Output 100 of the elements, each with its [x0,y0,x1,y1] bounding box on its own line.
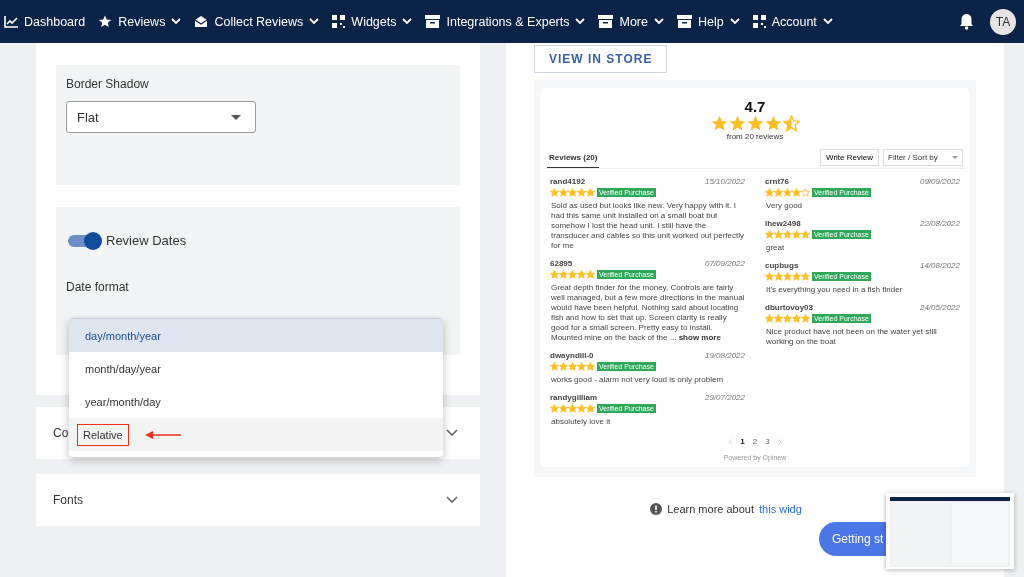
grid-icon [332,15,346,28]
star-icon [550,188,559,197]
dropdown-option[interactable]: Relative [69,418,443,451]
reviewer-name: dwayndill-0 [550,351,594,360]
envelope-icon [194,15,209,28]
toggle-label: Review Dates [106,233,187,248]
archive-box-icon [598,15,614,28]
star-icon [774,272,783,281]
star-icon [577,270,586,279]
star-icon [559,188,568,197]
reviewer-name: rand4192 [550,177,586,186]
chevron-icon [446,496,458,504]
dropdown-option[interactable]: year/month/day [69,385,443,418]
dropdown-caret-icon [231,114,241,120]
star-icon [568,270,577,279]
nav-menu-item[interactable]: Help [676,14,740,29]
user-avatar[interactable]: TA [990,8,1016,35]
star-icon [765,188,774,197]
review-text: absolutely love it [551,417,612,427]
nav-menu-item[interactable]: Account [752,14,833,29]
star-icon [728,115,746,132]
star-icon [550,270,559,279]
nav-menu-item[interactable]: Dashboard [4,14,86,29]
star-icon [783,230,792,239]
nav-menu-item[interactable]: Reviews [98,14,182,29]
toggle-switch[interactable] [68,234,100,247]
reviewer-name: 62895 [550,259,573,268]
review-date: 22/08/2022 [919,219,960,228]
reviewer-name: cupbugs [765,261,799,270]
review-text: Great depth finder for the money. Controls are fairly well managed, but a few more directions in the manual would have been helpful. Nothing said about locating fish and how to set that up. Screen clarity is really good for a small screen. Pretty easy to install. Mounted mine on the back of the ... show more [551,283,745,343]
star-icon [783,188,792,197]
line-chart-icon [4,15,18,28]
star-icon [801,230,810,239]
star-icon [586,270,595,279]
info-icon [650,503,663,515]
star-icon [765,272,774,281]
star-icon [568,188,577,197]
star-icon [577,362,586,371]
star-icon [559,404,568,413]
show-more-link[interactable]: show more [678,333,721,342]
review-text: Nice product have not been on the water yet still working on the boat [766,327,938,347]
archive-box-icon [425,15,441,28]
nav-menu-item[interactable]: Integrations & Experts [425,14,586,29]
nav-menu-item[interactable]: Widgets [332,14,413,29]
bell-icon[interactable] [959,13,974,30]
review-date: 07/09/2022 [704,259,745,268]
review-text: Very good [766,201,804,211]
star-icon [792,188,801,197]
dropdown-option[interactable]: day/month/year [69,319,443,352]
page-number[interactable]: 2 [752,437,758,446]
star-icon [550,362,559,371]
page-number[interactable]: 3 [765,437,770,446]
star-icon [774,230,783,239]
filter-sort-dropdown[interactable]: Filter / Sort by [883,149,963,166]
review-count: from 20 reviews [726,132,784,141]
nav-menu-item[interactable]: Collect Reviews [194,14,320,29]
star-icon [783,314,792,323]
dropdown-option[interactable]: month/day/year [69,352,443,385]
star-icon [98,15,113,28]
star-icon [586,362,595,371]
star-icon [782,115,800,132]
reviewer-name: crnt76 [765,177,789,186]
average-rating: 4.7 [744,98,766,115]
page-number[interactable]: 1 [740,437,745,446]
review-date: 24/05/2022 [919,303,960,312]
star-icon [710,115,728,132]
star-icon [568,362,577,371]
star-icon [586,404,595,413]
star-icon [801,314,810,323]
nav-menu-item[interactable]: More [598,14,664,29]
accordion-section[interactable]: Fonts [36,474,480,526]
star-icon [792,314,801,323]
star-icon [792,272,801,281]
star-icon [764,115,782,132]
review-date: 19/08/2022 [704,351,745,360]
star-icon [568,404,577,413]
learn-more-text: Learn more about [667,503,754,515]
star-icon [765,230,774,239]
view-in-store-button[interactable]: VIEW IN STORE [534,45,668,73]
reviewer-name: lhew2498 [765,219,801,228]
review-date: 29/07/2022 [704,393,745,402]
write-review-button[interactable]: Write Review [820,149,879,166]
star-icon [783,272,792,281]
annotation-arrow [144,430,181,439]
review-date: 14/08/2022 [919,261,960,270]
dropdown-caret-icon [952,156,958,159]
review-text: great [766,243,786,253]
star-icon [586,188,595,197]
grid-icon [752,15,766,28]
review-date: 15/10/2022 [704,177,745,186]
reviews-tab[interactable]: Reviews (20) [547,153,600,168]
archive-box-icon [676,15,692,28]
field-label: Border Shadow [66,77,150,91]
star-icon [774,188,783,197]
widget-help-link[interactable]: this widg [759,503,802,515]
review-text: It's everything you need in a fish finder [766,285,904,295]
star-icon [550,404,559,413]
review-text: works good - alarm not very loud is only problem [551,375,725,385]
border-shadow-dropdown[interactable]: Flat [66,101,256,133]
star-icon [765,314,774,323]
